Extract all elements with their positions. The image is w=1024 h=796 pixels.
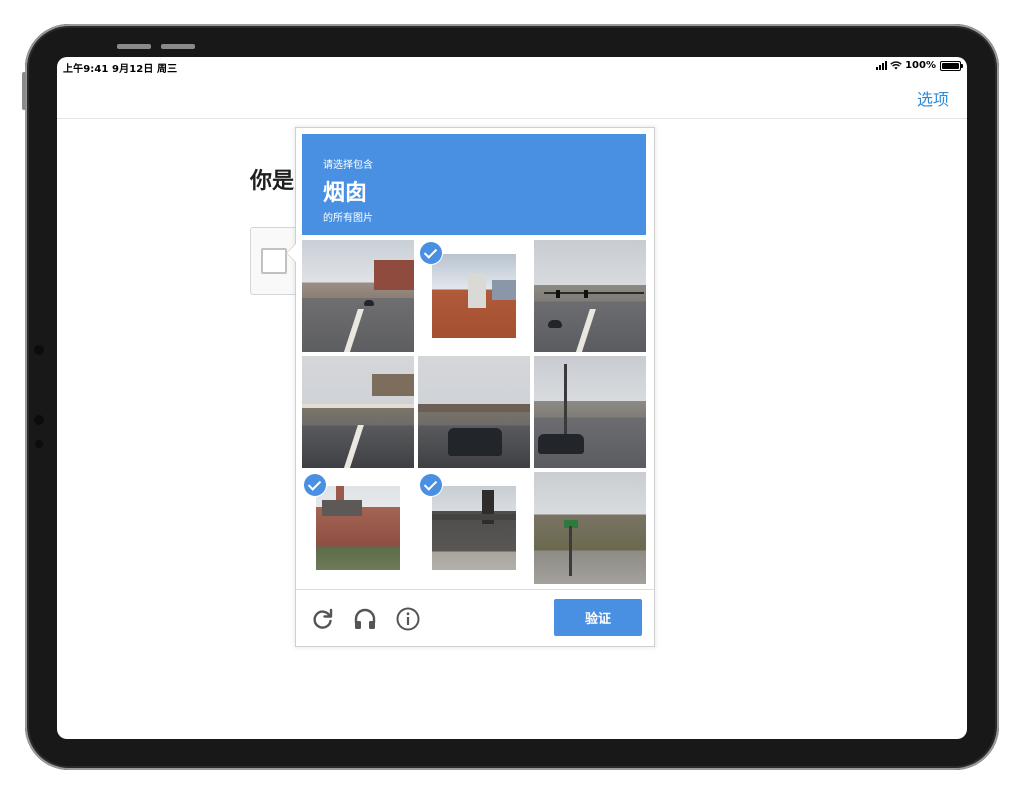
- footer-divider: [296, 589, 654, 590]
- image-tile[interactable]: [302, 240, 414, 352]
- image-tile[interactable]: [534, 472, 646, 584]
- image-tile[interactable]: [534, 240, 646, 352]
- captcha-challenge: 请选择包含 烟囱 的所有图片 验证: [286, 127, 655, 647]
- tile-photo: [302, 356, 414, 468]
- challenge-prompt: 请选择包含 烟囱 的所有图片: [302, 134, 646, 235]
- status-indicators: 100%: [876, 60, 963, 71]
- camera-dot: [34, 345, 44, 355]
- check-icon: [420, 242, 442, 264]
- sensor-dot: [35, 440, 43, 448]
- tile-photo: [302, 240, 414, 352]
- verify-button[interactable]: 验证: [554, 599, 642, 636]
- prompt-pre-text: 请选择包含: [323, 160, 373, 171]
- tile-photo: [432, 254, 516, 338]
- image-tile[interactable]: [302, 356, 414, 468]
- tile-photo: [534, 356, 646, 468]
- prompt-target: 烟囱: [323, 181, 368, 206]
- not-robot-checkbox[interactable]: [261, 248, 287, 274]
- tile-photo: [534, 240, 646, 352]
- check-icon: [420, 474, 442, 496]
- volume-down-button: [161, 44, 195, 49]
- info-icon[interactable]: [395, 606, 421, 632]
- image-tile[interactable]: [418, 356, 530, 468]
- image-tile-grid: [302, 240, 646, 584]
- volume-up-button: [117, 44, 151, 49]
- image-tile[interactable]: [534, 356, 646, 468]
- cellular-signal-icon: [876, 61, 888, 70]
- battery-percent: 100%: [905, 60, 936, 71]
- screen: 上午9:41 9月12日 周三 100% 选项 你是 请选择包含 烟囱 的所有图…: [57, 57, 967, 739]
- page-heading: 你是: [250, 169, 295, 194]
- tile-photo: [432, 486, 516, 570]
- nav-divider: [57, 118, 967, 119]
- image-tile[interactable]: [418, 240, 530, 352]
- image-tile[interactable]: [418, 472, 530, 584]
- check-icon: [304, 474, 326, 496]
- tile-photo: [316, 486, 400, 570]
- image-tile[interactable]: [302, 472, 414, 584]
- tile-photo: [534, 472, 646, 584]
- popup-arrow: [286, 243, 296, 263]
- reload-icon[interactable]: [310, 606, 336, 632]
- headphones-icon[interactable]: [352, 606, 378, 632]
- wifi-icon: [890, 61, 902, 70]
- prompt-post-text: 的所有图片: [323, 213, 373, 224]
- power-button: [22, 72, 26, 110]
- battery-icon: [940, 60, 963, 71]
- tile-photo: [418, 356, 530, 468]
- options-link[interactable]: 选项: [917, 86, 949, 110]
- status-time-date: 上午9:41 9月12日 周三: [63, 64, 178, 75]
- sensor-dot: [34, 415, 44, 425]
